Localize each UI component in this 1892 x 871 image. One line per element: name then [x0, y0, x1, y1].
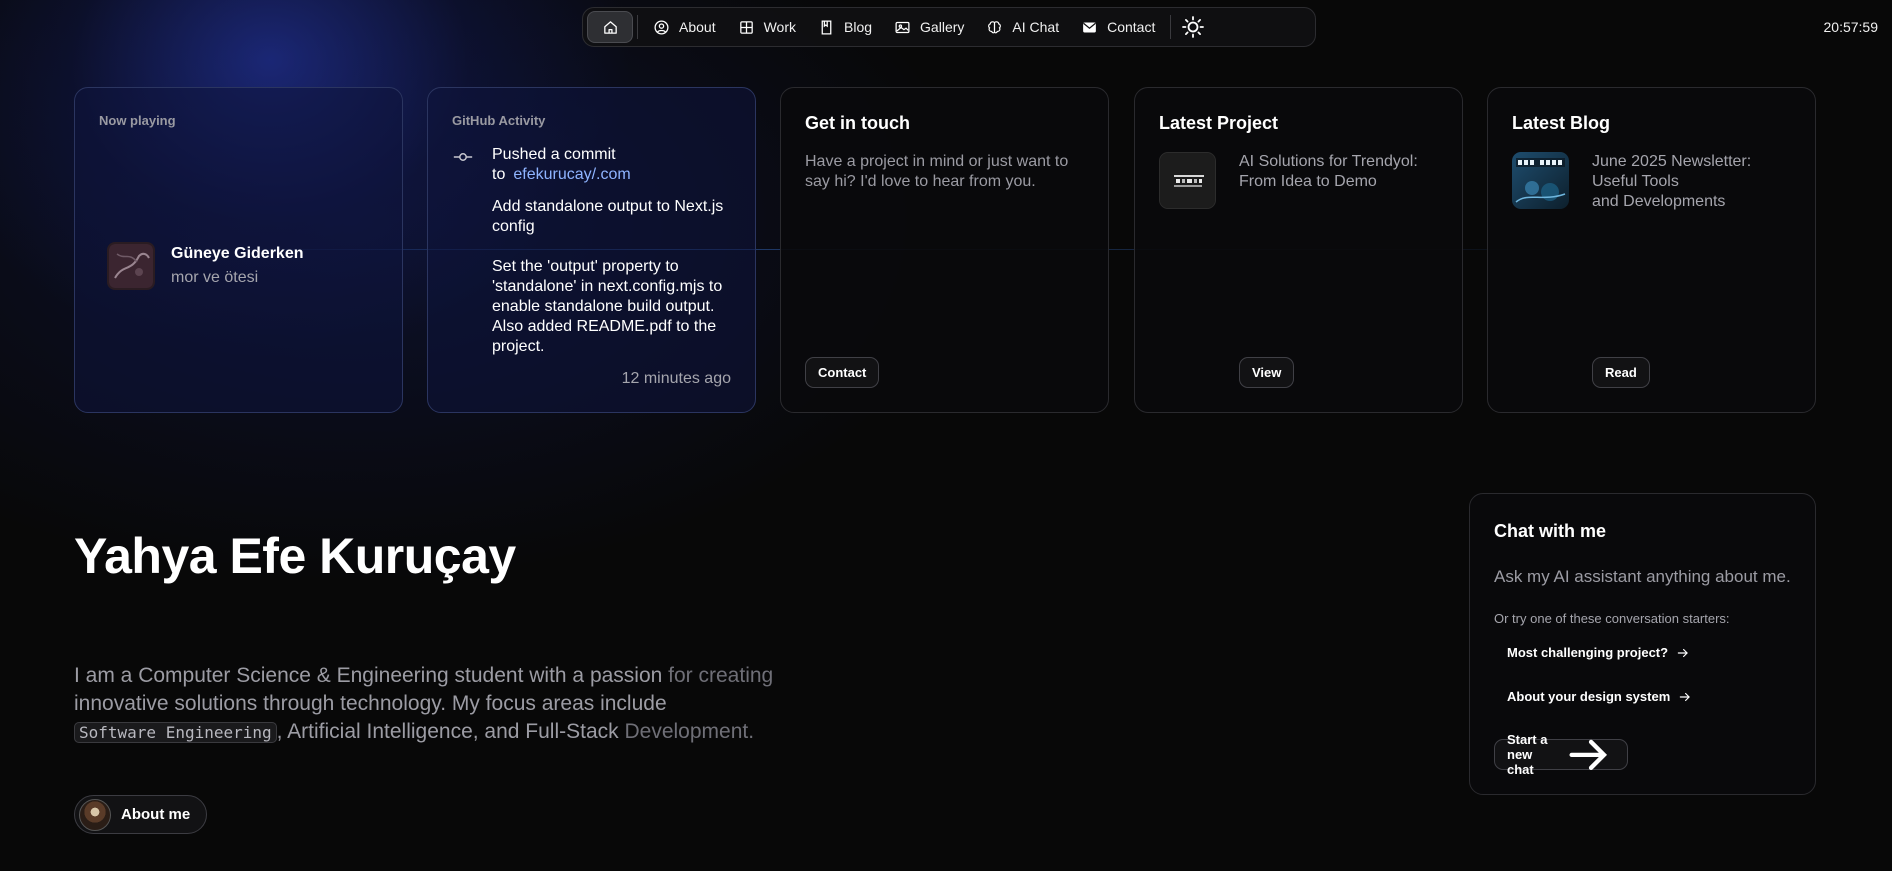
- bio-text: , Artificial Intelligence, and Full-Stac…: [276, 720, 625, 743]
- project-thumbnail: [1159, 152, 1216, 209]
- card-title: Latest Project: [1159, 113, 1279, 133]
- blog-thumbnail: [1512, 152, 1569, 209]
- image-icon: [895, 21, 910, 33]
- envelope-icon: [1083, 22, 1097, 32]
- chat-title: Chat with me: [1494, 521, 1607, 541]
- commit-time: 12 minutes ago: [621, 370, 731, 387]
- chat-card: Chat with me Ask my AI assistant anythin…: [1469, 493, 1816, 795]
- project-title: AI Solutions for Trendyol: From Idea to …: [1239, 153, 1418, 190]
- conversation-starter[interactable]: Most challenging project?: [1507, 645, 1690, 660]
- nav-item-label: Work: [763, 19, 797, 35]
- card-title: Latest Blog: [1512, 113, 1611, 133]
- code-chip: Software Engineering: [74, 722, 277, 743]
- blog-title-line2: and Developments: [1592, 193, 1726, 210]
- contact-button[interactable]: Contact: [805, 357, 880, 388]
- chat-hint: Or try one of these conversation starter…: [1494, 611, 1730, 626]
- starter-label: Most challenging project?: [1507, 645, 1669, 660]
- track-title: Güneye Giderken: [171, 245, 304, 262]
- blog-title: June 2025 Newsletter: Useful Tools and D…: [1592, 152, 1797, 212]
- theme-toggle-button[interactable]: [1175, 11, 1211, 43]
- card-title: Get in touch: [805, 113, 910, 133]
- card-label: Now playing: [99, 113, 176, 128]
- commit-icon: [453, 153, 473, 161]
- arrow-right-icon: [1680, 692, 1691, 701]
- card-label: GitHub Activity: [452, 113, 546, 128]
- start-new-chat-button[interactable]: Start a new chat: [1494, 732, 1628, 777]
- track-artist: mor ve ötesi: [171, 269, 259, 286]
- starter-label: About your design system: [1507, 689, 1671, 704]
- home-icon: [603, 20, 617, 34]
- commit-title: Add standalone output to Next.js config: [492, 198, 724, 235]
- book-icon: [821, 19, 832, 35]
- album-art-image: [109, 244, 153, 288]
- top-navigation: About Work Blog Gallery AI Chat Contact: [582, 7, 1316, 47]
- nav-item-contact[interactable]: Contact: [1070, 11, 1166, 43]
- read-blog-button[interactable]: Read: [1592, 357, 1650, 388]
- latest-blog-card: Latest Blog June 2025 Newsletter: Useful…: [1487, 87, 1816, 413]
- bio-text: innovative solutions through technology.…: [74, 692, 667, 715]
- contact-card: Get in touch Have a project in mind or j…: [780, 87, 1109, 413]
- about-me-label: About me: [121, 806, 191, 823]
- brain-icon: [988, 20, 1002, 33]
- nav-item-gallery[interactable]: Gallery: [883, 11, 975, 43]
- avatar: [79, 798, 111, 831]
- nav-home-button[interactable]: [587, 11, 633, 43]
- commit-action: Pushed a commit: [492, 146, 616, 163]
- view-project-button[interactable]: View: [1239, 357, 1295, 388]
- hero-bio: I am a Computer Science & Engineering st…: [74, 662, 854, 747]
- sun-icon: [1182, 16, 1205, 38]
- commit-to-word: to: [492, 166, 506, 183]
- latest-project-card: Latest Project AI Solutions for Trendyol…: [1134, 87, 1463, 413]
- clock: 20:57:59: [1823, 19, 1879, 35]
- commit-details: Pushed a commit to efekurucay/.com Add st…: [492, 145, 736, 357]
- album-art: [107, 242, 155, 290]
- nav-item-label: Gallery: [920, 19, 965, 35]
- nav-divider: [1170, 15, 1172, 39]
- chat-subtitle: Ask my AI assistant anything about me.: [1494, 567, 1791, 586]
- hero-name: Yahya Efe Kuruçay: [74, 528, 516, 584]
- nav-divider: [637, 15, 638, 39]
- nav-item-blog[interactable]: Blog: [807, 11, 883, 43]
- blog-title-line1: June 2025 Newsletter: Useful Tools: [1592, 153, 1752, 190]
- grid-icon: [739, 20, 753, 34]
- blog-thumbnail-image: [1512, 152, 1569, 209]
- nav-item-work[interactable]: Work: [727, 11, 807, 43]
- nav-item-about[interactable]: About: [642, 11, 727, 43]
- commit-body: Set the 'output' property to 'standalone…: [492, 258, 723, 355]
- new-chat-label: Start a new chat: [1507, 732, 1548, 777]
- arrow-right-icon: [1569, 739, 1607, 770]
- nav-item-ai-chat[interactable]: AI Chat: [975, 11, 1070, 43]
- bio-text-faded: for creating: [668, 664, 774, 687]
- contact-text: Have a project in mind or just want to s…: [805, 153, 1069, 190]
- repo-link[interactable]: efekurucay/.com: [513, 166, 630, 183]
- about-me-button[interactable]: About me: [74, 795, 208, 834]
- nav-item-label: AI Chat: [1012, 19, 1060, 35]
- arrow-right-icon: [1677, 648, 1688, 657]
- bio-text-faded: Development.: [624, 720, 755, 743]
- user-circle-icon: [654, 19, 669, 35]
- nav-item-label: Contact: [1107, 19, 1156, 35]
- project-thumbnail-image: [1160, 153, 1215, 208]
- nav-item-label: Blog: [844, 19, 873, 35]
- conversation-starter[interactable]: About your design system: [1507, 689, 1692, 704]
- nav-item-label: About: [679, 19, 716, 35]
- github-activity-card[interactable]: GitHub Activity Pushed a commit to efekur…: [427, 87, 756, 413]
- now-playing-card[interactable]: Now playing Güneye Giderken mor ve ötesi: [74, 87, 403, 413]
- bio-text: I am a Computer Science & Engineering st…: [74, 664, 669, 687]
